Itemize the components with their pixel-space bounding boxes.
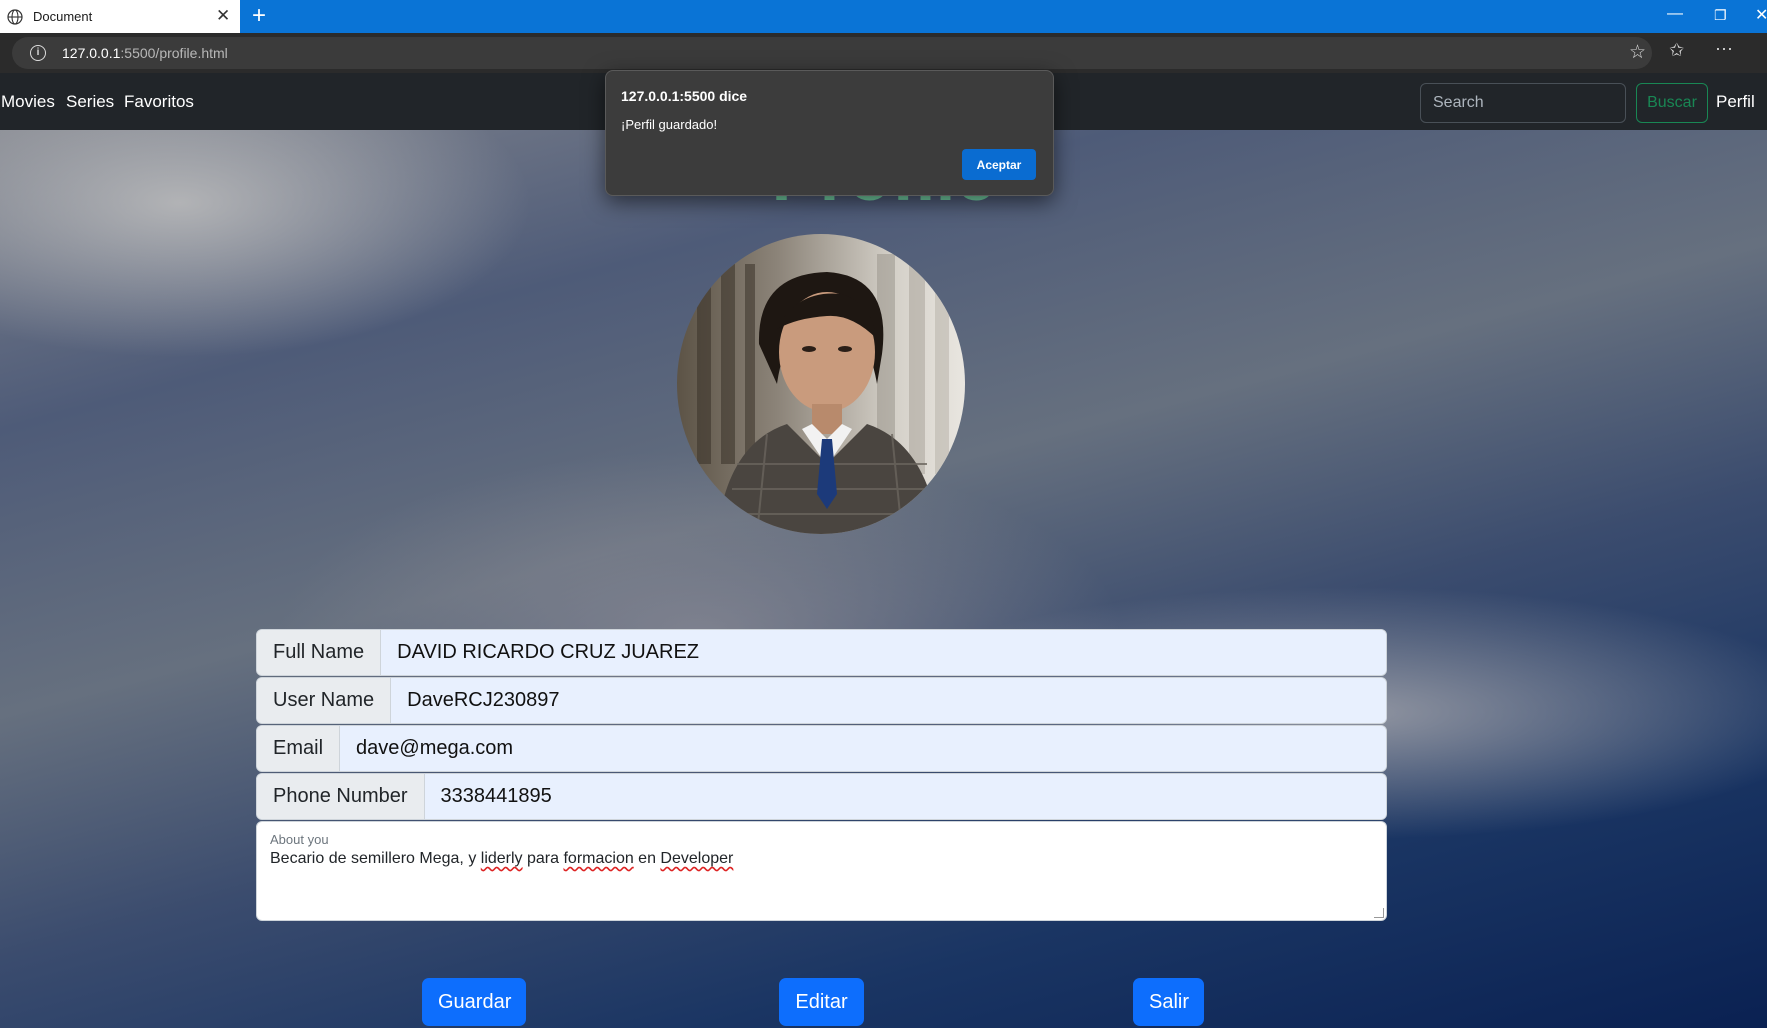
info-icon[interactable]: i bbox=[30, 45, 46, 61]
resize-handle[interactable] bbox=[1374, 908, 1384, 918]
nav-link-favoritos[interactable]: Favoritos bbox=[124, 92, 194, 112]
about-textarea[interactable]: About you Becario de semillero Mega, y l… bbox=[256, 821, 1387, 921]
restore-icon[interactable]: ❐ bbox=[1714, 7, 1727, 24]
url-text[interactable]: 127.0.0.1:5500/profile.html bbox=[62, 45, 228, 61]
window-close-icon[interactable]: ✕ bbox=[1755, 5, 1767, 25]
address-bar: i 127.0.0.1:5500/profile.html ☆ bbox=[0, 33, 1767, 73]
url-field[interactable]: i 127.0.0.1:5500/profile.html ☆ bbox=[12, 37, 1652, 69]
more-icon[interactable]: ··· bbox=[1715, 38, 1733, 59]
avatar-photo bbox=[697, 254, 949, 534]
search-input[interactable] bbox=[1420, 83, 1626, 123]
page-content: Movies Series Favoritos Buscar Perfil Pr… bbox=[0, 73, 1767, 1028]
star-icon[interactable]: ☆ bbox=[1629, 41, 1646, 64]
phone-label: Phone Number bbox=[257, 774, 425, 819]
user-name-field[interactable]: DaveRCJ230897 bbox=[391, 678, 1386, 723]
favorites-icon[interactable]: ✩ bbox=[1669, 40, 1684, 61]
browser-tab-strip: Document ✕ + — ❐ ✕ bbox=[0, 0, 1767, 33]
email-field[interactable]: dave@mega.com bbox=[340, 726, 1386, 771]
dialog-message: ¡Perfil guardado! bbox=[621, 117, 718, 132]
about-label: About you bbox=[270, 832, 329, 847]
email-group: Email dave@mega.com bbox=[256, 725, 1387, 772]
tab-title: Document bbox=[33, 9, 93, 24]
full-name-label: Full Name bbox=[257, 630, 382, 675]
about-text: Becario de semillero Mega, y liderly par… bbox=[270, 850, 734, 867]
browser-tab[interactable]: Document ✕ bbox=[0, 0, 240, 33]
nav-link-movies[interactable]: Movies bbox=[1, 92, 55, 112]
plus-icon[interactable]: + bbox=[252, 3, 266, 29]
alert-dialog: 127.0.0.1:5500 dice ¡Perfil guardado! Ac… bbox=[605, 70, 1054, 196]
dialog-ok-button[interactable]: Aceptar bbox=[962, 149, 1036, 180]
phone-field[interactable]: 3338441895 bbox=[424, 774, 1386, 819]
minimize-icon[interactable]: — bbox=[1667, 5, 1683, 23]
edit-button[interactable]: Editar bbox=[779, 978, 864, 1026]
globe-icon bbox=[7, 9, 23, 25]
nav-link-perfil[interactable]: Perfil bbox=[1716, 92, 1755, 112]
exit-button[interactable]: Salir bbox=[1133, 978, 1204, 1026]
user-name-label: User Name bbox=[257, 678, 392, 723]
phone-group: Phone Number 3338441895 bbox=[256, 773, 1387, 820]
user-name-group: User Name DaveRCJ230897 bbox=[256, 677, 1387, 724]
full-name-field[interactable]: DAVID RICARDO CRUZ JUAREZ bbox=[381, 630, 1386, 675]
full-name-group: Full Name DAVID RICARDO CRUZ JUAREZ bbox=[256, 629, 1387, 676]
profile-form: Full Name DAVID RICARDO CRUZ JUAREZ User… bbox=[256, 629, 1387, 921]
search-button[interactable]: Buscar bbox=[1636, 83, 1708, 123]
save-button[interactable]: Guardar bbox=[422, 978, 526, 1026]
email-label: Email bbox=[257, 726, 341, 771]
nav-link-series[interactable]: Series bbox=[66, 92, 114, 112]
avatar bbox=[677, 234, 965, 534]
close-icon[interactable]: ✕ bbox=[216, 7, 230, 25]
dialog-title: 127.0.0.1:5500 dice bbox=[621, 88, 748, 104]
